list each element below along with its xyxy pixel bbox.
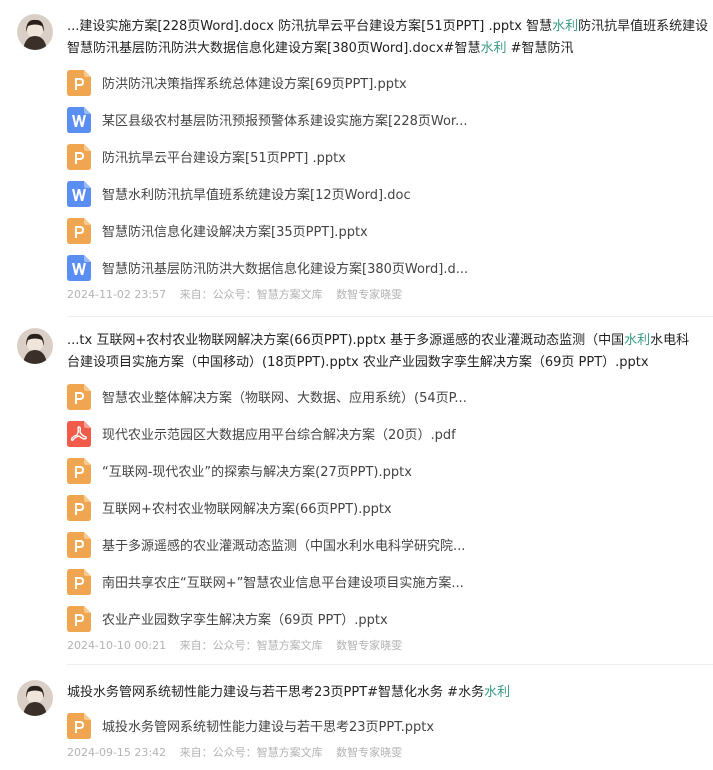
post-date: 2024-09-15 23:42 bbox=[67, 746, 167, 759]
ppt-file-icon bbox=[67, 712, 91, 739]
file-item[interactable]: 智慧防汛信息化建设解决方案[35页PPT].pptx bbox=[67, 212, 713, 249]
post-source[interactable]: 来自：公众号：智慧方案文库 bbox=[180, 288, 323, 301]
ppt-file-icon bbox=[67, 605, 91, 632]
file-item[interactable]: 基于多源遥感的农业灌溉动态监测（中国水利水电科学研究院... bbox=[67, 526, 713, 563]
file-list: 防洪防汛决策指挥系统总体建设方案[69页PPT].pptx 某区县级农村基层防汛… bbox=[67, 64, 713, 286]
post-meta: 2024-11-02 23:57 来自：公众号：智慧方案文库 数智专家晓雯 bbox=[67, 286, 412, 302]
post-meta: 2024-10-10 00:21 来自：公众号：智慧方案文库 数智专家晓雯 bbox=[67, 637, 412, 653]
post-description: 城投水务管网系统韧性能力建设与若干思考23页PPT#智慧化水务 #水务水利 bbox=[67, 685, 511, 700]
post-source[interactable]: 来自：公众号：智慧方案文库 bbox=[180, 746, 323, 759]
file-item[interactable]: 智慧农业整体解决方案（物联网、大数据、应用系统）(54页P... bbox=[67, 378, 713, 415]
file-item[interactable]: 现代农业示范园区大数据应用平台综合解决方案（20页）.pdf bbox=[67, 415, 713, 452]
file-list: 城投水务管网系统韧性能力建设与若干思考23页PPT.pptx bbox=[67, 707, 713, 744]
avatar[interactable] bbox=[17, 328, 53, 364]
file-item[interactable]: “互联网-现代农业”的探索与解决方案(27页PPT).pptx bbox=[67, 452, 713, 489]
word-file-icon bbox=[67, 106, 91, 133]
ppt-file-icon bbox=[67, 568, 91, 595]
post-description: ...建设实施方案[228页Word].docx 防汛抗旱云平台建设方案[51页… bbox=[67, 19, 709, 56]
file-item[interactable]: 防汛抗旱云平台建设方案[51页PPT] .pptx bbox=[67, 138, 713, 175]
post-tag[interactable]: 数智专家晓雯 bbox=[336, 746, 402, 759]
post-source[interactable]: 来自：公众号：智慧方案文库 bbox=[180, 639, 323, 652]
avatar[interactable] bbox=[17, 680, 53, 716]
ppt-file-icon bbox=[67, 217, 91, 244]
ppt-file-icon bbox=[67, 494, 91, 521]
ppt-file-icon bbox=[67, 457, 91, 484]
divider bbox=[67, 316, 713, 317]
file-item[interactable]: 智慧防汛基层防汛防洪大数据信息化建设方案[380页Word].d... bbox=[67, 249, 713, 286]
ppt-file-icon bbox=[67, 383, 91, 410]
ppt-file-icon bbox=[67, 531, 91, 558]
file-item[interactable]: 城投水务管网系统韧性能力建设与若干思考23页PPT.pptx bbox=[67, 707, 713, 744]
post-tag[interactable]: 数智专家晓雯 bbox=[336, 639, 402, 652]
file-item[interactable]: 智慧水利防汛抗旱值班系统建设方案[12页Word].doc bbox=[67, 175, 713, 212]
file-item[interactable]: 某区县级农村基层防汛预报预警体系建设实施方案[228页Wor... bbox=[67, 101, 713, 138]
file-item[interactable]: 互联网+农村农业物联网解决方案(66页PPT).pptx bbox=[67, 489, 713, 526]
ppt-file-icon bbox=[67, 143, 91, 170]
file-list: 智慧农业整体解决方案（物联网、大数据、应用系统）(54页P... 现代农业示范园… bbox=[67, 378, 713, 637]
divider bbox=[67, 664, 713, 665]
post-description: ...tx 互联网+农村农业物联网解决方案(66页PPT).pptx 基于多源遥… bbox=[67, 333, 690, 370]
ppt-file-icon bbox=[67, 69, 91, 96]
file-item[interactable]: 农业产业园数字孪生解决方案（69页 PPT）.pptx bbox=[67, 600, 713, 637]
post-date: 2024-11-02 23:57 bbox=[67, 288, 167, 301]
file-item[interactable]: 南田共享农庄“互联网+”智慧农业信息平台建设项目实施方案... bbox=[67, 563, 713, 600]
pdf-file-icon bbox=[67, 420, 91, 447]
file-item[interactable]: 防洪防汛决策指挥系统总体建设方案[69页PPT].pptx bbox=[67, 64, 713, 101]
word-file-icon bbox=[67, 254, 91, 281]
post-meta: 2024-09-15 23:42 来自：公众号：智慧方案文库 数智专家晓雯 bbox=[67, 744, 412, 760]
post-tag[interactable]: 数智专家晓雯 bbox=[336, 288, 402, 301]
post-date: 2024-10-10 00:21 bbox=[67, 639, 167, 652]
avatar[interactable] bbox=[17, 14, 53, 50]
word-file-icon bbox=[67, 180, 91, 207]
